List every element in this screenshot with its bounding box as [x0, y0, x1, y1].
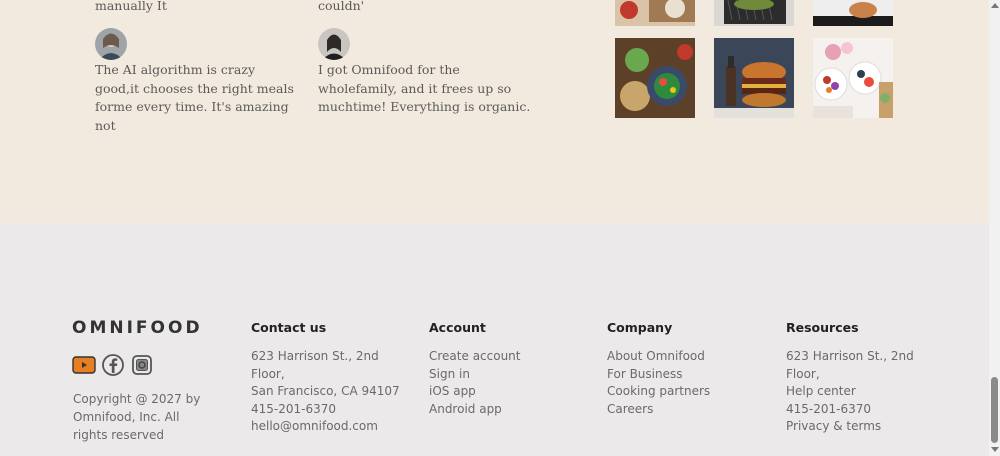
site-footer: OMNIFOOD Copyright @ 2027 by Omnifood, I…	[0, 223, 989, 456]
gallery-image	[615, 38, 695, 118]
footer-link-create-account[interactable]: Create account	[429, 348, 521, 366]
footer-column-company: Company About Omnifood For Business Cook…	[607, 320, 710, 418]
instagram-icon[interactable]	[130, 353, 154, 377]
gallery-image	[714, 0, 794, 26]
page-scrollbar[interactable]	[989, 0, 1000, 456]
testimonial-avatar-left	[95, 28, 127, 60]
youtube-icon[interactable]	[72, 353, 96, 377]
scroll-up-arrow[interactable]	[991, 3, 999, 8]
footer-link-help-center[interactable]: Help center	[786, 383, 914, 401]
footer-address-line: 623 Harrison St., 2nd	[786, 349, 914, 363]
footer-link-ios-app[interactable]: iOS app	[429, 383, 521, 401]
copyright-text: Copyright @ 2027 by Omnifood, Inc. All r…	[73, 392, 201, 442]
footer-address-line: San Francisco, CA 94107	[251, 384, 400, 399]
footer-address-line: 623 Harrison St., 2nd	[251, 349, 379, 363]
testimonials-section: manually It couldn' The AI algorithm is …	[0, 0, 989, 223]
testimonial-avatar-right	[318, 28, 350, 60]
footer-link-business[interactable]: For Business	[607, 366, 710, 384]
footer-email-link[interactable]: hello@omnifood.com	[251, 418, 400, 436]
logo-text: OMNIFOOD	[72, 318, 203, 338]
footer-column-title: Resources	[786, 320, 859, 335]
testimonial-quote-left: The AI algorithm is crazy good,it choose…	[95, 62, 294, 133]
footer-phone-link[interactable]: 415-201-6370	[786, 401, 914, 419]
scroll-down-arrow[interactable]	[991, 447, 999, 452]
gallery-image	[615, 0, 695, 26]
footer-link-careers[interactable]: Careers	[607, 401, 710, 419]
scrollbar-thumb[interactable]	[991, 377, 998, 443]
testimonial-fragment-left: manually It	[95, 0, 167, 13]
footer-column-title: Account	[429, 320, 486, 335]
gallery-image	[714, 38, 794, 118]
gallery-image	[813, 0, 893, 26]
testimonial-quote-right: I got Omnifood for the wholefamily, and …	[318, 62, 531, 114]
testimonial-fragment-right: couldn'	[318, 0, 365, 13]
facebook-icon[interactable]	[101, 353, 125, 377]
footer-link-android-app[interactable]: Android app	[429, 401, 521, 419]
footer-column-title: Contact us	[251, 320, 327, 335]
footer-link-about[interactable]: About Omnifood	[607, 348, 710, 366]
footer-address-line: Floor,	[786, 366, 820, 381]
footer-logo[interactable]: OMNIFOOD	[72, 318, 203, 338]
footer-link-cooking-partners[interactable]: Cooking partners	[607, 383, 710, 401]
gallery-image	[813, 38, 893, 118]
footer-phone-link[interactable]: 415-201-6370	[251, 401, 400, 419]
footer-link-privacy-terms[interactable]: Privacy & terms	[786, 418, 914, 436]
footer-column-resources: Resources 623 Harrison St., 2nd Floor, H…	[786, 320, 914, 436]
footer-column-account: Account Create account Sign in iOS app A…	[429, 320, 521, 418]
footer-link-sign-in[interactable]: Sign in	[429, 366, 521, 384]
footer-column-title: Company	[607, 320, 673, 335]
footer-column-contact: Contact us 623 Harrison St., 2nd Floor, …	[251, 320, 400, 436]
footer-address-line: Floor,	[251, 366, 285, 381]
